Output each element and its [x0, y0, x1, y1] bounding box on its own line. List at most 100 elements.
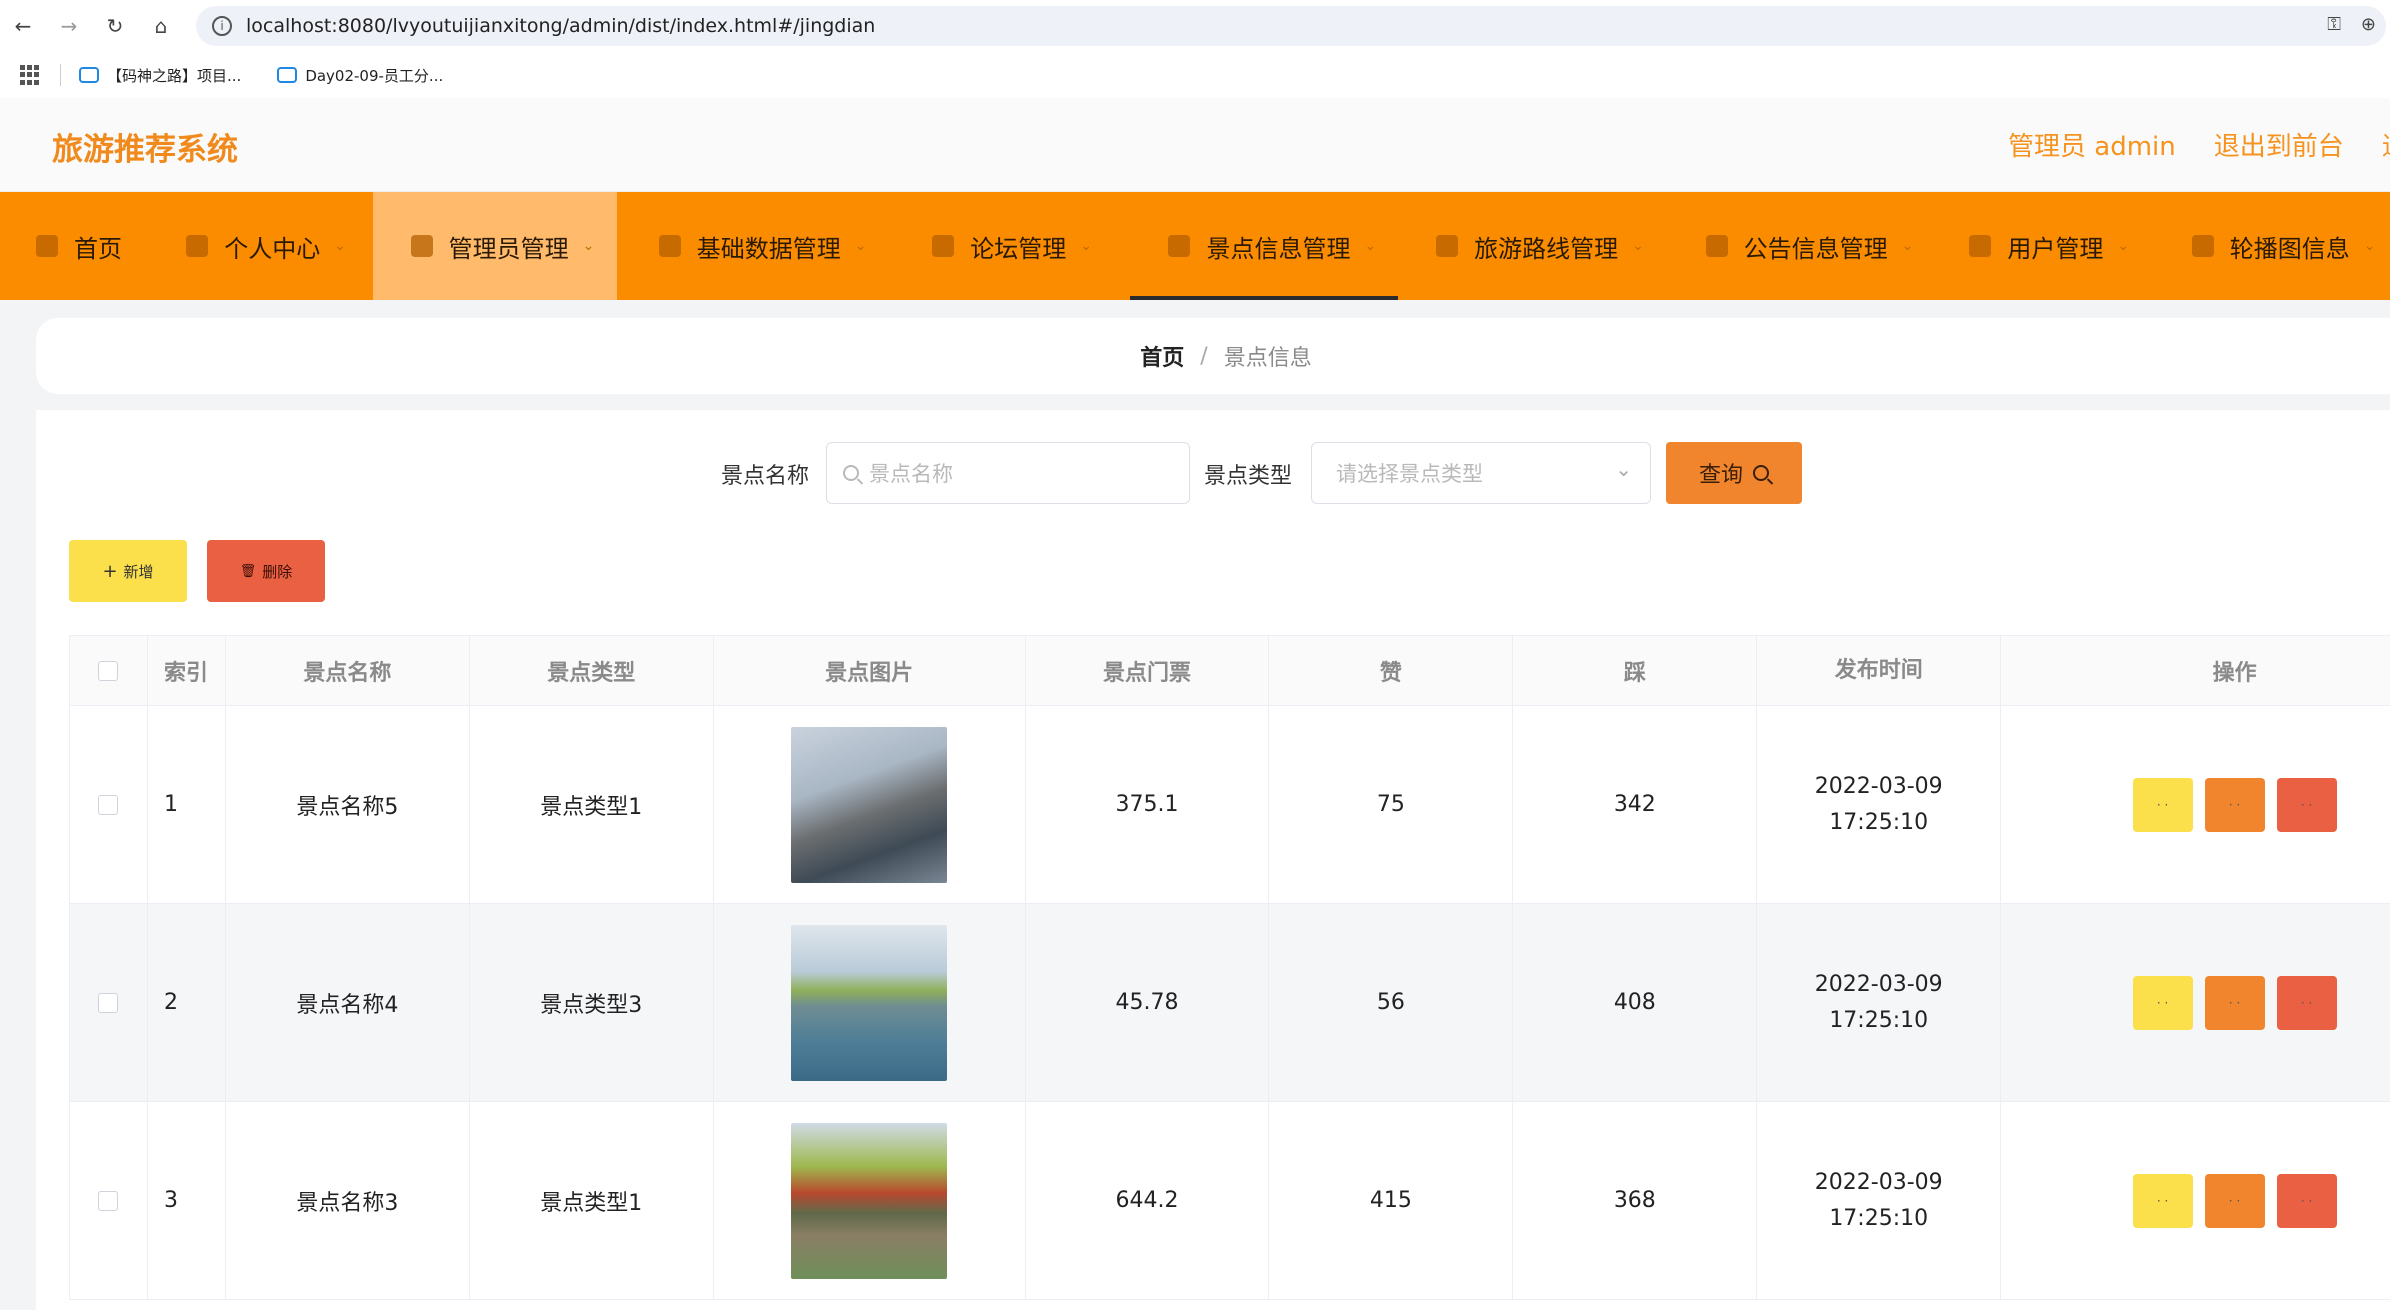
bookmark-item[interactable]: Day02-09-员工分...	[277, 65, 443, 86]
row-zan: 56	[1269, 904, 1514, 1102]
chevron-down-icon: ⌄	[854, 238, 867, 254]
exit-to-front-link[interactable]: 退出到前台	[2214, 126, 2344, 163]
admin-user-label: 管理员 admin	[2008, 132, 2176, 162]
row-cai: 408	[1513, 904, 1758, 1102]
chevron-down-icon: ⌄	[1080, 238, 1092, 254]
nav-item-forum[interactable]: 论坛管理 ⌄	[890, 192, 1130, 300]
scenic-table: 索引 景点名称 景点类型 景点图片 景点门票 赞 踩 发布时间 操作 1 景点名…	[69, 635, 2390, 1300]
scenic-thumbnail[interactable]	[791, 924, 948, 1081]
chevron-down-icon: ⌄	[1364, 238, 1377, 254]
name-search-input[interactable]: 景点名称	[826, 442, 1190, 504]
name-search-placeholder: 景点名称	[869, 462, 953, 486]
row-name: 景点名称4	[225, 904, 470, 1102]
row-index: 1	[147, 706, 226, 904]
row-operations: · · · · · ·	[2001, 904, 2390, 1102]
breadcrumb-home[interactable]: 首页	[1140, 340, 1184, 372]
nav-label: 论坛管理	[970, 234, 1067, 263]
row-delete-button[interactable]: · ·	[2276, 1173, 2337, 1228]
row-checkbox[interactable]	[98, 992, 119, 1013]
table-row: 2 景点名称4 景点类型3 45.78 56 408 2022-03-09 17…	[70, 904, 2390, 1102]
nav-label: 基础数据管理	[696, 234, 841, 263]
address-bar[interactable]: i localhost:8080/lvyoutuijianxitong/admi…	[196, 6, 2386, 46]
table-row: 3 景点名称3 景点类型1 644.2 415 368 2022-03-09 1…	[70, 1102, 2390, 1300]
header-select-all[interactable]	[70, 636, 148, 706]
row-delete-button[interactable]: · ·	[2276, 777, 2337, 832]
type-select[interactable]: 请选择景点类型 ⌄	[1311, 442, 1651, 504]
content-card: 景点名称 景点名称 景点类型 请选择景点类型 ⌄ 查询 + 新增 🗑 删除 索引…	[36, 410, 2390, 1310]
bookmark-divider	[60, 64, 61, 86]
home-icon	[36, 235, 58, 257]
chevron-down-icon: ⌄	[582, 238, 595, 254]
plus-icon: +	[102, 560, 118, 582]
view-button[interactable]: · ·	[2132, 975, 2193, 1030]
row-name: 景点名称3	[225, 1102, 470, 1300]
reload-icon[interactable]: ↻	[92, 3, 138, 49]
table-row: 1 景点名称5 景点类型1 375.1 75 342 2022-03-09 17…	[70, 706, 2390, 904]
nav-item-users[interactable]: 用户管理 ⌄	[1931, 192, 2153, 300]
bilibili-icon	[277, 67, 298, 83]
row-name: 景点名称5	[225, 706, 470, 904]
view-button[interactable]: · ·	[2132, 777, 2193, 832]
row-type: 景点类型1	[469, 1102, 714, 1300]
nav-item-admins[interactable]: 管理员管理 ⌄	[372, 192, 617, 300]
zoom-icon[interactable]: ⊕	[2361, 14, 2376, 35]
bookmark-item[interactable]: 【码神之路】项目...	[79, 65, 241, 86]
row-price: 45.78	[1025, 904, 1270, 1102]
row-zan: 415	[1269, 1102, 1514, 1300]
app-title: 旅游推荐系统	[52, 132, 238, 168]
bookmark-label: Day02-09-员工分...	[305, 66, 444, 85]
row-zan: 75	[1269, 706, 1514, 904]
scenic-thumbnail[interactable]	[791, 726, 948, 883]
edit-button[interactable]: · ·	[2204, 1173, 2265, 1228]
scenic-thumbnail[interactable]	[791, 1122, 948, 1279]
forward-arrow-icon[interactable]: →	[46, 3, 92, 49]
nav-item-routes[interactable]: 旅游路线管理 ⌄	[1398, 192, 1668, 300]
edit-button[interactable]: · ·	[2204, 777, 2265, 832]
add-button[interactable]: + 新增	[69, 540, 187, 602]
home-icon[interactable]: ⌂	[138, 3, 184, 49]
row-select-cell	[70, 706, 148, 904]
search-icon	[843, 465, 859, 481]
delete-label: 删除	[262, 562, 293, 581]
nav-item-base-data[interactable]: 基础数据管理 ⌄	[617, 192, 891, 300]
nav-item-profile[interactable]: 个人中心 ⌄	[130, 192, 372, 300]
nav-item-home[interactable]: 首页	[0, 192, 130, 300]
site-info-icon[interactable]: i	[212, 16, 232, 36]
header-operations: 操作	[2001, 636, 2390, 706]
chevron-down-icon: ⌄	[1632, 238, 1644, 254]
row-image-cell	[713, 904, 1026, 1102]
logout-link[interactable]: 退	[2382, 126, 2390, 163]
add-label: 新增	[123, 562, 154, 581]
row-delete-button[interactable]: · ·	[2276, 975, 2337, 1030]
header-name: 景点名称	[225, 636, 470, 706]
edit-button[interactable]: · ·	[2204, 975, 2265, 1030]
user-icon	[186, 235, 209, 257]
breadcrumb-current: 景点信息	[1223, 346, 1312, 371]
nav-label: 个人中心	[224, 234, 321, 263]
row-operations: · · · · · ·	[2001, 1102, 2390, 1300]
header-price: 景点门票	[1025, 636, 1270, 706]
row-price: 644.2	[1025, 1102, 1270, 1300]
apps-grid-icon[interactable]	[20, 65, 40, 85]
delete-button[interactable]: 🗑 删除	[207, 540, 325, 602]
nav-label: 轮播图信息	[2229, 234, 2350, 263]
breadcrumb-separator: /	[1200, 343, 1208, 369]
header-time: 发布时间	[1757, 636, 2002, 706]
nav-item-notices[interactable]: 公告信息管理 ⌄	[1668, 192, 1932, 300]
select-all-checkbox[interactable]	[98, 660, 119, 681]
row-select-cell	[70, 1102, 148, 1300]
view-button[interactable]: · ·	[2132, 1173, 2193, 1228]
nav-item-scenic[interactable]: 景点信息管理 ⌄	[1130, 192, 1398, 300]
query-button[interactable]: 查询	[1666, 442, 1802, 504]
type-search-label: 景点类型	[1204, 464, 1293, 489]
table-header-row: 索引 景点名称 景点类型 景点图片 景点门票 赞 踩 发布时间 操作	[70, 636, 2390, 706]
row-time: 2022-03-09 17:25:10	[1757, 706, 2002, 904]
briefcase-icon	[932, 235, 955, 257]
nav-item-carousel[interactable]: 轮播图信息 ⌄	[2154, 192, 2390, 300]
row-checkbox[interactable]	[98, 794, 119, 815]
back-arrow-icon[interactable]: ←	[0, 3, 46, 49]
header-index: 索引	[147, 636, 226, 706]
password-key-icon[interactable]: ⚿	[2327, 14, 2341, 35]
row-checkbox[interactable]	[98, 1190, 119, 1211]
header-actions: 管理员 admin 退出到前台 退	[2008, 126, 2390, 163]
